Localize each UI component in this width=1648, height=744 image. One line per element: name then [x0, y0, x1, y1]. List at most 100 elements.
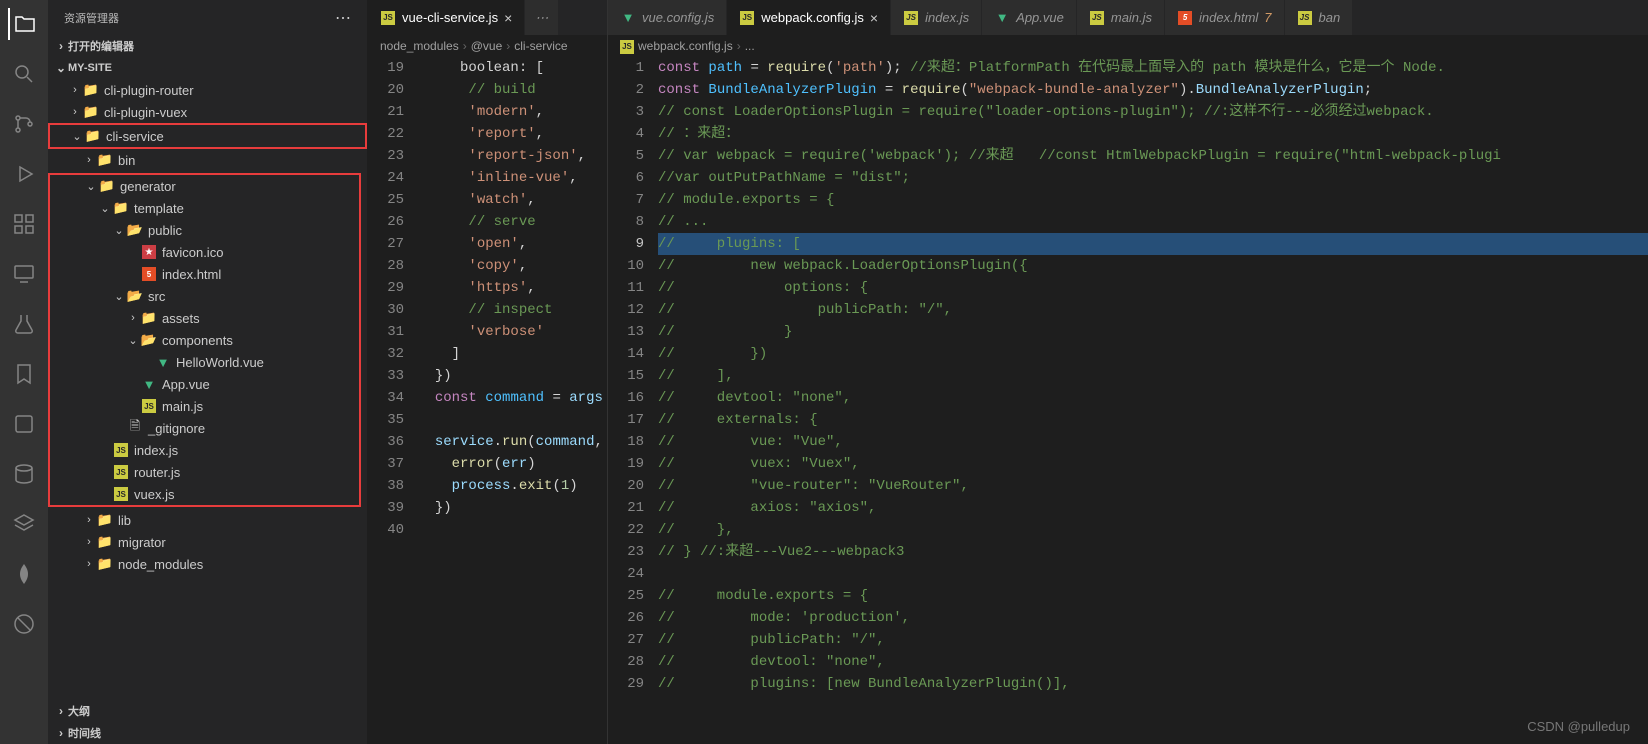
- extensions-icon[interactable]: [8, 208, 40, 240]
- tab-app-vue[interactable]: ▼App.vue: [982, 0, 1077, 35]
- folder-git-icon: 📂: [126, 288, 144, 304]
- tree-item-src[interactable]: ⌄📂src: [50, 285, 359, 307]
- tree-item-cli-plugin-router[interactable]: ›📁cli-plugin-router: [48, 79, 367, 101]
- tree-item-assets[interactable]: ›📁assets: [50, 307, 359, 329]
- close-icon[interactable]: ×: [504, 10, 512, 26]
- folder-icon: 📁: [96, 556, 114, 572]
- breadcrumb-left[interactable]: node_modules› @vue› cli-service: [368, 35, 607, 57]
- tree-item-vuex-js[interactable]: JSvuex.js: [50, 483, 359, 505]
- editor-pane-left: JS vue-cli-service.js × ⋯ node_modules› …: [368, 0, 608, 744]
- folder-icon: 📁: [82, 82, 100, 98]
- folder-icon: 📁: [84, 128, 102, 144]
- code-left[interactable]: 1920212223242526272829303132333435363738…: [368, 57, 607, 744]
- js-icon: JS: [381, 11, 395, 25]
- vue-icon: ▼: [620, 10, 636, 26]
- tree-item-main-js[interactable]: JSmain.js: [50, 395, 359, 417]
- database-icon[interactable]: [8, 458, 40, 490]
- tree-item-cli-plugin-vuex[interactable]: ›📁cli-plugin-vuex: [48, 101, 367, 123]
- activity-bar: [0, 0, 48, 744]
- tab-index-js[interactable]: JSindex.js: [891, 0, 982, 35]
- remote-icon[interactable]: [8, 258, 40, 290]
- tab-main-js[interactable]: JSmain.js: [1077, 0, 1165, 35]
- tab-index-html[interactable]: 5index.html7: [1165, 0, 1284, 35]
- tree-item-components[interactable]: ⌄📂components: [50, 329, 359, 351]
- folder-icon: 📁: [140, 310, 158, 326]
- js-icon: JS: [140, 399, 158, 413]
- tree-item-cli-service[interactable]: ⌄📁cli-service: [50, 125, 365, 147]
- section-label: 打开的编辑器: [68, 38, 134, 54]
- tab-badge: 7: [1264, 10, 1271, 25]
- code-right[interactable]: 1234567891011121314151617181920212223242…: [608, 57, 1648, 744]
- stop-icon[interactable]: [8, 608, 40, 640]
- tree-item-index-html[interactable]: 5index.html: [50, 263, 359, 285]
- tree-item--gitignore[interactable]: 🗎_gitignore: [50, 417, 359, 439]
- source-control-icon[interactable]: [8, 108, 40, 140]
- tree-item-favicon-ico[interactable]: ★favicon.ico: [50, 241, 359, 263]
- timeline-section[interactable]: ›时间线: [48, 722, 367, 744]
- tabs-left: JS vue-cli-service.js × ⋯: [368, 0, 607, 35]
- folder-git-icon: 📂: [140, 332, 158, 348]
- breadcrumb-right[interactable]: JS webpack.config.js› ...: [608, 35, 1648, 57]
- html-icon: 5: [1177, 10, 1193, 26]
- js-icon: JS: [1089, 10, 1105, 26]
- file-tree: ›📁cli-plugin-router›📁cli-plugin-vuex⌄📁cl…: [48, 79, 367, 700]
- tree-item-migrator[interactable]: ›📁migrator: [48, 531, 367, 553]
- editor-pane-right: ▼vue.config.jsJSwebpack.config.js×JSinde…: [608, 0, 1648, 744]
- test-icon[interactable]: [8, 308, 40, 340]
- tab-vue-cli-service[interactable]: JS vue-cli-service.js ×: [368, 0, 525, 35]
- js-icon: JS: [112, 465, 130, 479]
- tree-item-generator[interactable]: ⌄📁generator: [50, 175, 359, 197]
- folder-icon: 📁: [96, 534, 114, 550]
- vue-icon: ▼: [154, 355, 172, 370]
- more-icon[interactable]: ⋯: [335, 8, 351, 28]
- html-icon: 5: [140, 267, 158, 281]
- folder-git-icon: 📂: [126, 222, 144, 238]
- js-icon: JS: [112, 443, 130, 457]
- sidebar: 资源管理器 ⋯ ›打开的编辑器 ⌄MY-SITE ›📁cli-plugin-ro…: [48, 0, 368, 744]
- outline-section[interactable]: ›大纲: [48, 700, 367, 722]
- tree-item-helloworld-vue[interactable]: ▼HelloWorld.vue: [50, 351, 359, 373]
- folder-icon: 📁: [98, 178, 116, 194]
- mongo-icon[interactable]: [8, 558, 40, 590]
- tabs-right: ▼vue.config.jsJSwebpack.config.js×JSinde…: [608, 0, 1648, 35]
- vue-icon: ▼: [994, 10, 1010, 26]
- tree-item-router-js[interactable]: JSrouter.js: [50, 461, 359, 483]
- js-icon: JS: [903, 10, 919, 26]
- section-label: 大纲: [68, 703, 90, 719]
- close-icon[interactable]: ×: [870, 10, 878, 26]
- tree-item-public[interactable]: ⌄📂public: [50, 219, 359, 241]
- editor-area: JS vue-cli-service.js × ⋯ node_modules› …: [368, 0, 1648, 744]
- debug-icon[interactable]: [8, 158, 40, 190]
- tree-item-lib[interactable]: ›📁lib: [48, 509, 367, 531]
- explorer-icon[interactable]: [8, 8, 40, 40]
- tab-vue-config-js[interactable]: ▼vue.config.js: [608, 0, 727, 35]
- js-icon: JS: [620, 40, 634, 54]
- folder-icon: 📁: [96, 152, 114, 168]
- bookmark-icon[interactable]: [8, 358, 40, 390]
- open-editors-section[interactable]: ›打开的编辑器: [48, 35, 367, 57]
- tree-item-app-vue[interactable]: ▼App.vue: [50, 373, 359, 395]
- tab-webpack-config-js[interactable]: JSwebpack.config.js×: [727, 0, 891, 35]
- tree-item-template[interactable]: ⌄📁template: [50, 197, 359, 219]
- tab-ban[interactable]: JSban: [1285, 0, 1354, 35]
- tab-more[interactable]: ⋯: [525, 0, 559, 35]
- vue-icon: ▼: [140, 377, 158, 392]
- file-icon: 🗎: [126, 417, 144, 439]
- sidebar-title: 资源管理器: [64, 10, 119, 26]
- project-icon[interactable]: [8, 408, 40, 440]
- folder-icon: 📁: [112, 200, 130, 216]
- tree-item-index-js[interactable]: JSindex.js: [50, 439, 359, 461]
- sidebar-header: 资源管理器 ⋯: [48, 0, 367, 35]
- tree-item-node-modules[interactable]: ›📁node_modules: [48, 553, 367, 575]
- fav-icon: ★: [140, 245, 158, 259]
- tab-label: vue-cli-service.js: [402, 10, 498, 25]
- project-section[interactable]: ⌄MY-SITE: [48, 57, 367, 79]
- search-icon[interactable]: [8, 58, 40, 90]
- tree-item-bin[interactable]: ›📁bin: [48, 149, 367, 171]
- watermark: CSDN @pulledup: [1527, 719, 1630, 734]
- folder-icon: 📁: [82, 104, 100, 120]
- section-label: MY-SITE: [68, 62, 112, 74]
- section-label: 时间线: [68, 725, 101, 741]
- folder-icon: 📁: [96, 512, 114, 528]
- layers-icon[interactable]: [8, 508, 40, 540]
